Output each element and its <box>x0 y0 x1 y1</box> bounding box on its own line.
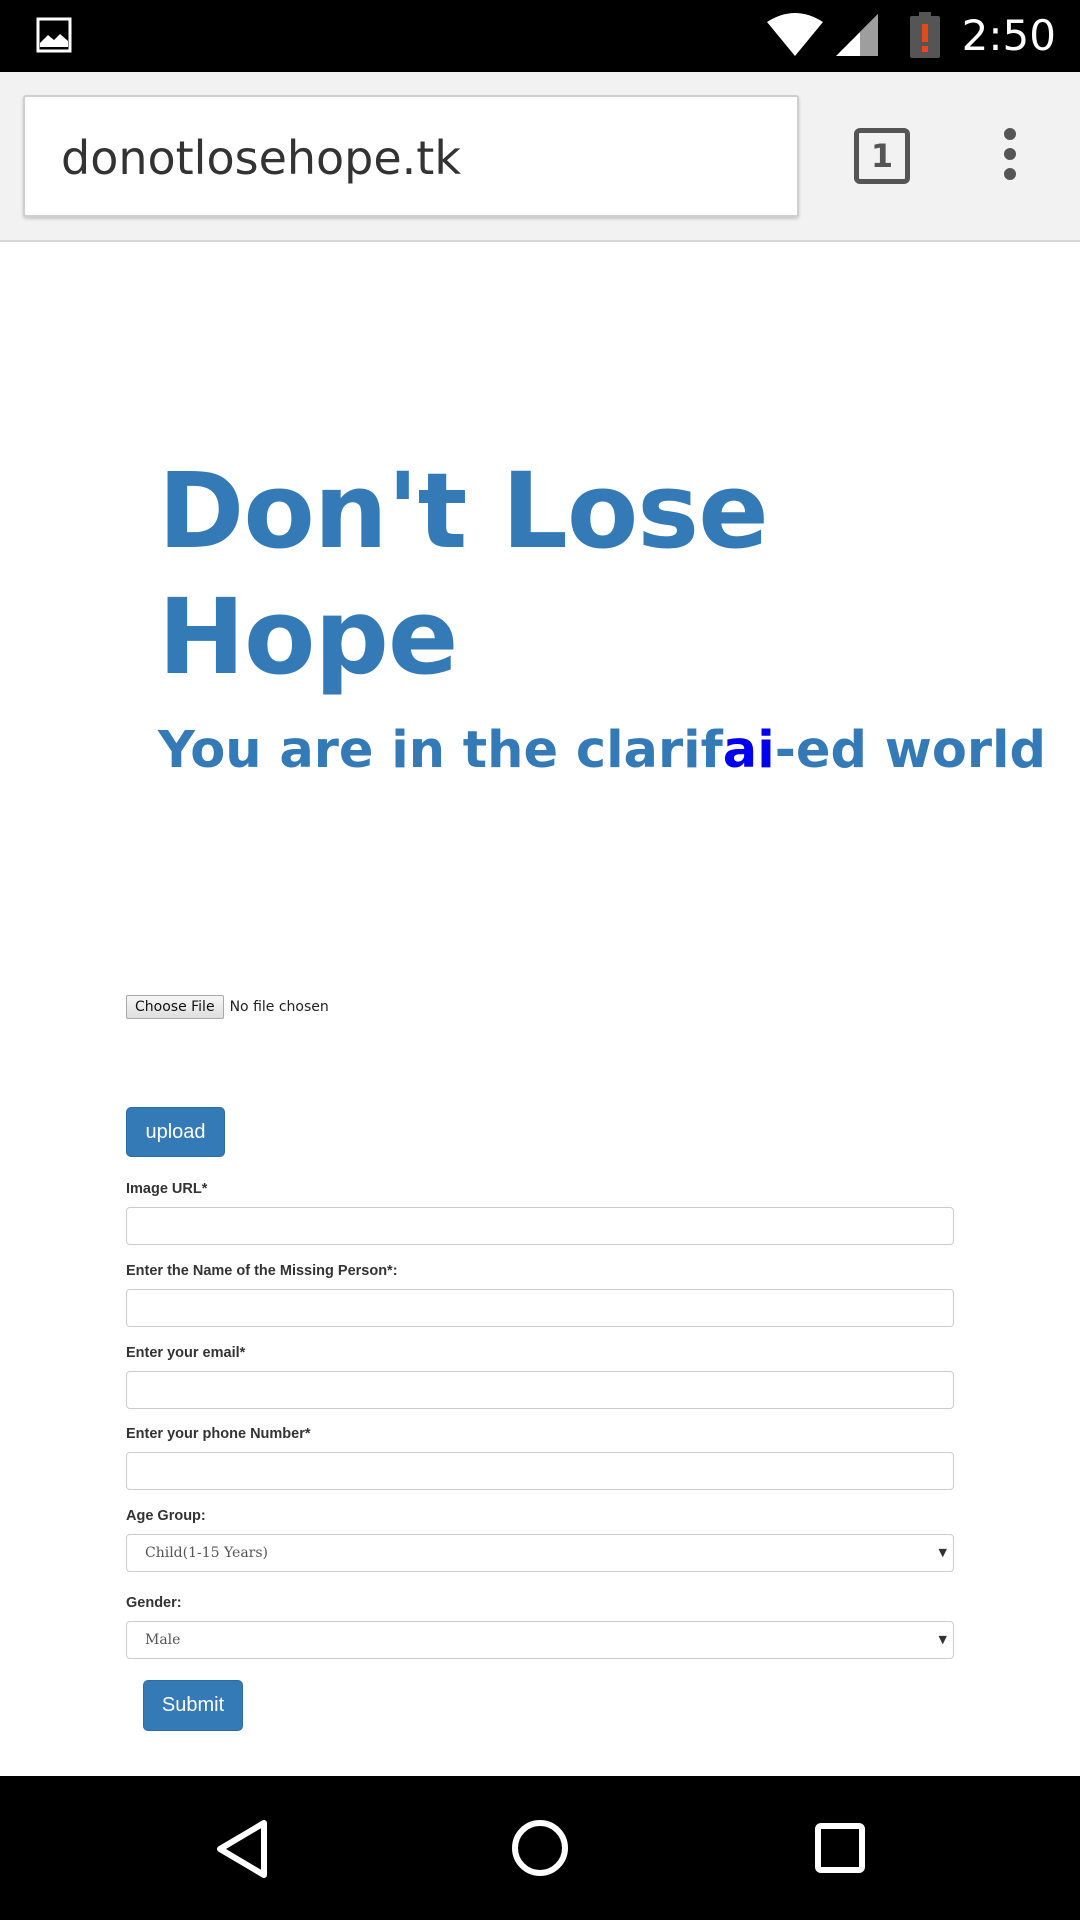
missing-name-input[interactable] <box>126 1289 954 1327</box>
gender-select[interactable]: Male ▼ <box>126 1621 954 1659</box>
home-icon[interactable] <box>510 1818 570 1878</box>
gallery-icon <box>36 17 72 53</box>
dropdown-arrow-icon: ▼ <box>938 1633 947 1646</box>
subtitle-suffix: -ed world <box>774 721 1047 780</box>
choose-file-button[interactable]: Choose File <box>126 995 224 1019</box>
battery-alert-icon <box>910 12 940 58</box>
recents-icon[interactable] <box>814 1822 866 1874</box>
submit-button[interactable]: Submit <box>143 1680 243 1731</box>
back-icon[interactable] <box>214 1818 270 1880</box>
overflow-menu-icon[interactable] <box>996 124 1024 184</box>
page-title: Don't Lose Hope <box>158 450 769 698</box>
image-url-label: Image URL* <box>126 1181 208 1197</box>
url-text[interactable]: donotlosehope.tk <box>61 130 461 186</box>
tab-switcher-icon[interactable]: 1 <box>854 128 910 184</box>
page-subtitle: You are in the clarifai-ed world <box>158 718 1046 784</box>
age-group-value: Child(1-15 Years) <box>145 1545 269 1561</box>
status-bar: 2:50 <box>0 0 1080 72</box>
email-label: Enter your email* <box>126 1345 246 1361</box>
age-group-label: Age Group: <box>126 1508 206 1524</box>
subtitle-highlight: ai <box>722 721 775 780</box>
image-url-input[interactable] <box>126 1207 954 1245</box>
missing-name-label: Enter the Name of the Missing Person*: <box>126 1263 398 1279</box>
phone-input[interactable] <box>126 1452 954 1490</box>
upload-button[interactable]: upload <box>126 1107 225 1157</box>
address-bar[interactable]: donotlosehope.tk <box>23 95 799 217</box>
email-input[interactable] <box>126 1371 954 1409</box>
file-input[interactable]: Choose File No file chosen <box>126 995 329 1019</box>
gender-label: Gender: <box>126 1595 182 1611</box>
phone-label: Enter your phone Number* <box>126 1426 311 1442</box>
subtitle-brand: clarif <box>575 721 723 780</box>
wifi-icon <box>767 13 823 56</box>
file-status: No file chosen <box>229 999 329 1015</box>
dropdown-arrow-icon: ▼ <box>938 1546 947 1559</box>
clock: 2:50 <box>961 11 1056 60</box>
cell-signal-icon <box>836 14 878 56</box>
browser-toolbar: donotlosehope.tk 1 <box>0 72 1080 242</box>
age-group-select[interactable]: Child(1-15 Years) ▼ <box>126 1534 954 1572</box>
navigation-bar <box>0 1776 1080 1920</box>
subtitle-prefix: You are in the <box>158 721 576 780</box>
gender-value: Male <box>145 1632 181 1648</box>
